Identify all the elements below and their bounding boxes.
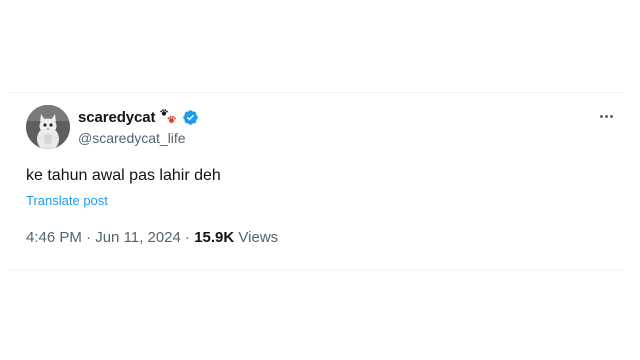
tweet-time[interactable]: 4:46 PM xyxy=(26,229,82,246)
cat-avatar-icon xyxy=(26,105,70,149)
avatar[interactable] xyxy=(26,105,70,149)
tweet-card: scaredycat @scaredycat_life ke tahun awa… xyxy=(8,92,624,270)
more-dot xyxy=(604,114,608,118)
translate-post-link[interactable]: Translate post xyxy=(26,193,108,208)
more-options-icon[interactable] xyxy=(594,107,618,125)
tweet-date[interactable]: Jun 11, 2024 xyxy=(95,229,181,246)
display-name[interactable]: scaredycat xyxy=(78,109,156,126)
views-label: Views xyxy=(238,229,279,246)
views-count: 15.9K xyxy=(194,229,235,246)
author-handle[interactable]: @scaredycat_life xyxy=(78,130,186,146)
verified-badge-icon[interactable] xyxy=(182,109,199,126)
paw-prints-icon xyxy=(159,109,177,125)
more-dot xyxy=(609,114,613,118)
meta-separator: · xyxy=(185,229,191,246)
tweet-meta: 4:46 PM · Jun 11, 2024 · 15.9K Views xyxy=(26,229,278,246)
author-name-row: scaredycat xyxy=(78,107,199,127)
tweet-text: ke tahun awal pas lahir deh xyxy=(26,167,221,184)
meta-separator: · xyxy=(86,229,92,246)
more-dot xyxy=(599,114,603,118)
